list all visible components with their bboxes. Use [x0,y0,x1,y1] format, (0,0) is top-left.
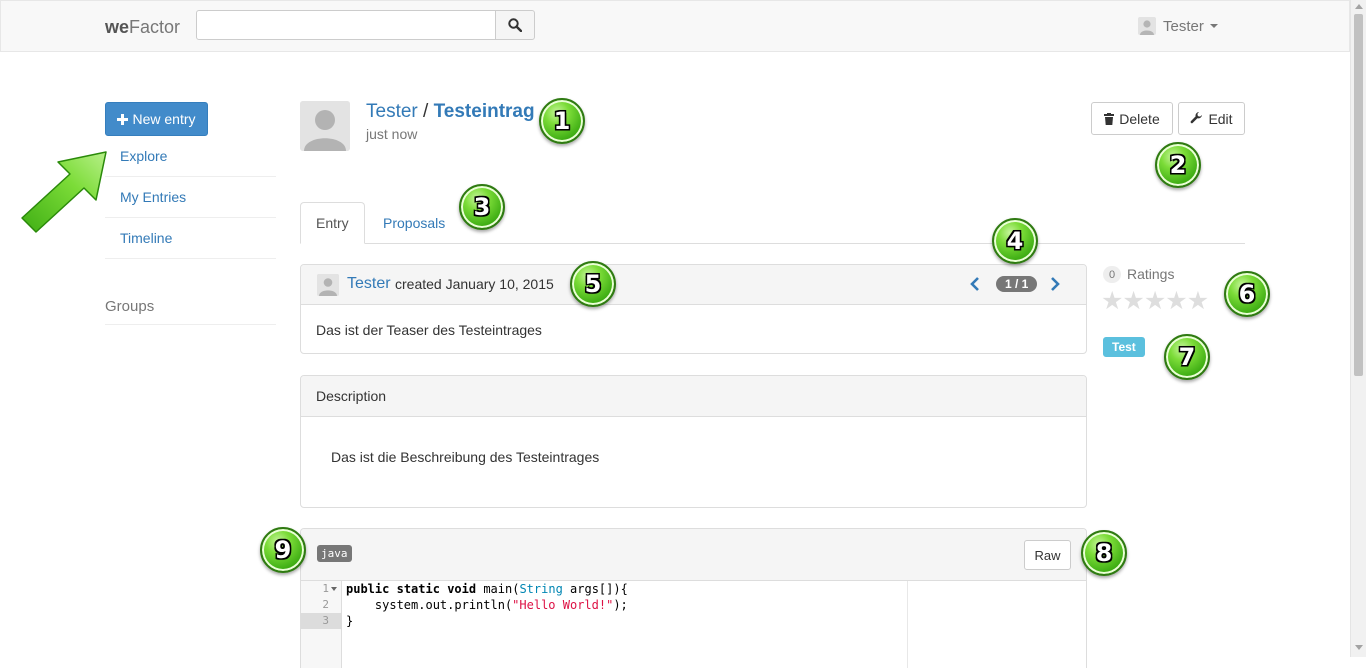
entry-title-link[interactable]: Testeintrag [434,101,535,122]
caret-down-icon [1209,24,1218,28]
user-menu[interactable]: Tester [1138,17,1218,35]
ratings-count-badge: 0 [1103,266,1121,283]
user-avatar-icon [1138,17,1156,35]
sidebar-nav: Explore My Entries Timeline [105,136,276,259]
description-panel: Description Das ist die Beschreibung des… [300,375,1087,508]
plus-icon [117,113,129,125]
code-editor[interactable]: 1 public static void main(String args[])… [301,581,1086,668]
star-icon[interactable]: ★ [1144,287,1166,315]
callout-badge: 9 [260,527,306,573]
star-icon[interactable]: ★ [1165,287,1187,315]
callout-badge: 8 [1081,530,1127,576]
description-heading: Description [301,376,1086,417]
teaser-panel-heading: Tester created January 10, 2015 1 / 1 [301,265,1086,305]
callout-badge: 5 [570,261,616,307]
tag-label[interactable]: Test [1103,337,1145,357]
code-line[interactable]: 1 public static void main(String args[])… [301,581,1086,597]
scroll-up-icon[interactable] [1355,4,1363,9]
entry-tabs: Entry Proposals [300,202,1245,244]
version-page-indicator: 1 / 1 [996,276,1038,292]
top-navbar: weFactor Tester [0,0,1350,52]
scrollbar-thumb[interactable] [1354,14,1363,376]
page-scrollbar[interactable] [1350,0,1366,657]
code-line[interactable]: 3 } [301,613,1086,629]
callout-badge: 4 [992,218,1038,264]
code-line[interactable]: 2 system.out.println("Hello World!"); [301,597,1086,613]
search-icon [508,18,522,32]
sidebar-item-my-entries[interactable]: My Entries [105,177,276,218]
teaser-text: Das ist der Teaser des Testeintrages [316,322,542,338]
creator-link[interactable]: Tester [347,275,391,293]
fold-arrow-icon[interactable] [331,587,337,591]
creator-avatar [317,274,339,296]
code-panel: java Raw 1 public static void main(Strin… [300,528,1087,668]
tab-entry[interactable]: Entry [300,202,365,244]
title-separator: / [423,101,429,122]
rating-stars[interactable]: ★★★★★ [1101,286,1209,316]
entry-author-link[interactable]: Tester [366,101,418,122]
user-silhouette-icon [300,101,350,151]
scroll-down-icon[interactable] [1355,645,1363,650]
description-text: Das ist die Beschreibung des Testeintrag… [331,449,600,465]
chevron-right-icon[interactable] [1050,277,1060,291]
callout-badge: 6 [1224,271,1270,317]
created-text: created January 10, 2015 [395,276,554,292]
brand-logo[interactable]: weFactor [105,17,180,38]
edit-button[interactable]: Edit [1178,102,1245,135]
code-lines: 1 public static void main(String args[])… [301,581,1086,629]
sidebar-item-explore[interactable]: Explore [105,136,276,177]
star-icon[interactable]: ★ [1101,287,1123,315]
callout-badge: 3 [459,184,505,230]
code-panel-heading: java Raw [301,529,1086,581]
user-name: Tester [1163,17,1204,35]
delete-button[interactable]: Delete [1091,102,1173,135]
callout-badge: 1 [539,98,585,144]
raw-button[interactable]: Raw [1024,540,1071,570]
entry-timestamp: just now [366,126,418,142]
wrench-icon [1191,112,1203,124]
search-group [196,10,535,40]
ratings-label: Ratings [1127,266,1175,282]
callout-badge: 7 [1164,334,1210,380]
line-number: 1 [322,582,329,595]
line-number: 2 [322,598,329,611]
entry-title: Tester / Testeintrag [366,101,535,123]
star-icon[interactable]: ★ [1187,287,1209,315]
search-input[interactable] [196,10,496,40]
star-icon[interactable]: ★ [1122,287,1144,315]
new-entry-button[interactable]: New entry [105,102,208,136]
sidebar-item-timeline[interactable]: Timeline [105,218,276,259]
author-avatar [300,101,350,151]
tab-proposals[interactable]: Proposals [368,202,460,244]
line-number: 3 [322,614,329,627]
search-button[interactable] [495,10,535,40]
chevron-left-icon[interactable] [970,277,980,291]
callout-badge: 2 [1155,142,1201,188]
trash-icon [1104,112,1115,125]
language-label: java [317,545,352,562]
user-silhouette-icon [317,274,339,296]
green-arrow-icon [21,151,107,233]
sidebar-groups-heading[interactable]: Groups [105,288,276,325]
teaser-panel: Tester created January 10, 2015 1 / 1 Da… [300,264,1087,354]
